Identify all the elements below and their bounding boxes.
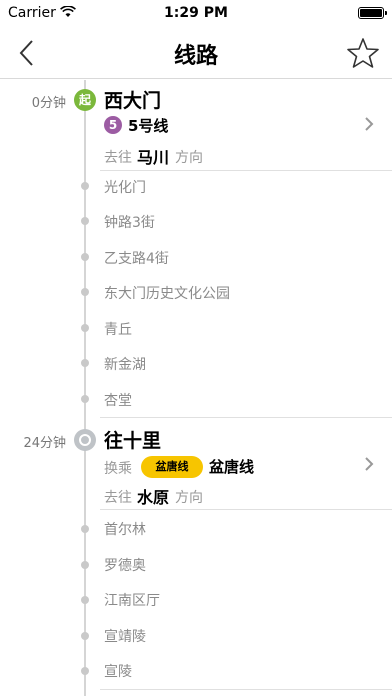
stop-dot (81, 667, 89, 675)
intermediate-stop: 青丘 (104, 322, 132, 338)
line-name: 5号线 (128, 117, 169, 135)
divider (100, 417, 392, 418)
intermediate-stop: 乙支路4街 (104, 251, 169, 267)
stop-dot (81, 395, 89, 403)
stop-dot (81, 561, 89, 569)
line-name: 盆唐线 (209, 458, 255, 476)
divider (100, 689, 392, 690)
chevron-right-icon[interactable] (364, 456, 374, 472)
intermediate-stop: 东大门历史文化公园 (104, 286, 230, 302)
divider (100, 170, 392, 171)
chevron-right-icon[interactable] (364, 116, 374, 132)
direction-destination: 马川 (137, 148, 170, 167)
station-name: 往十里 (104, 430, 162, 452)
stop-dot (81, 288, 89, 296)
battery-icon (358, 7, 387, 19)
direction-destination: 水原 (137, 488, 170, 507)
start-badge: 起 (74, 89, 96, 111)
stop-dot (81, 324, 89, 332)
stop-dot (81, 253, 89, 261)
stop-dot (81, 359, 89, 367)
direction-label: 去往 (104, 150, 132, 166)
stop-dot (81, 632, 89, 640)
star-icon[interactable] (346, 37, 380, 69)
status-bar: Carrier 1:29 PM (0, 0, 392, 28)
intermediate-stop: 罗德奥 (104, 558, 146, 574)
line-number-badge: 5 (104, 116, 122, 134)
intermediate-stop: 新金湖 (104, 357, 146, 373)
intermediate-stop: 江南区厅 (104, 593, 160, 609)
line-pill-badge: 盆唐线 (141, 456, 203, 478)
segment-time: 24分钟 (23, 436, 66, 451)
intermediate-stop: 光化门 (104, 180, 146, 196)
intermediate-stop: 钟路3街 (104, 215, 155, 231)
transfer-icon (74, 429, 96, 451)
segment-time: 0分钟 (31, 96, 66, 111)
stop-dot (81, 525, 89, 533)
clock: 1:29 PM (164, 5, 228, 21)
transfer-label: 换乘 (104, 461, 132, 477)
page-title: 线路 (173, 44, 218, 69)
intermediate-stop: 首尔林 (104, 522, 146, 538)
station-name: 西大门 (104, 90, 162, 112)
intermediate-stop: 宣陵 (104, 664, 132, 680)
stop-dot (81, 596, 89, 604)
divider (100, 509, 392, 510)
direction-suffix: 方向 (175, 490, 203, 506)
navigation-bar: 线路 (0, 28, 392, 79)
intermediate-stop: 杏堂 (104, 393, 132, 409)
direction-suffix: 方向 (175, 150, 203, 166)
direction-label: 去往 (104, 490, 132, 506)
intermediate-stop: 宣靖陵 (104, 629, 146, 645)
stop-dot (81, 217, 89, 225)
stop-dot (81, 182, 89, 190)
